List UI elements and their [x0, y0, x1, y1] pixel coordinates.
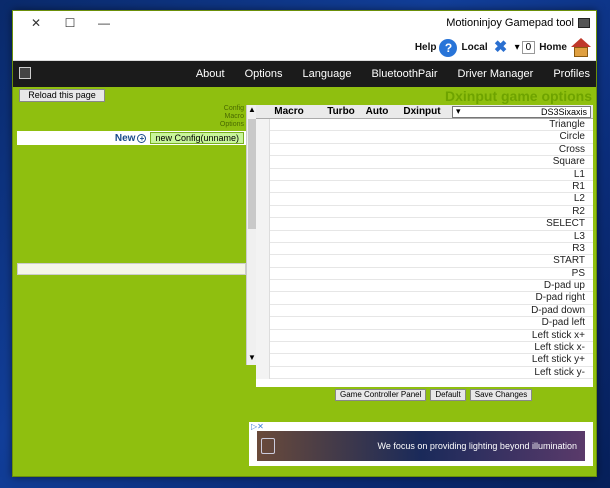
menu-bluetoothpair[interactable]: BluetoothPair — [371, 68, 437, 80]
table-row[interactable]: L3 — [256, 231, 593, 243]
side-link-macro[interactable]: Macro — [220, 113, 244, 121]
table-row[interactable]: PS — [256, 268, 593, 281]
mapping-table: Macro Turbo Auto Dxinput ▾ DS3Sixaxis Tr… — [256, 105, 593, 387]
config-name-field[interactable]: new Config(unname) — [150, 132, 244, 144]
main-content: Reload this page Dxinput game options Co… — [13, 87, 596, 476]
table-row[interactable]: Left stick y- — [256, 367, 593, 380]
config-panel: Config Macro Options New + new Config(un… — [17, 105, 246, 395]
close-icon[interactable]: ✕ — [19, 16, 53, 30]
table-row[interactable]: D-pad left — [256, 317, 593, 330]
app-window: ✕ ☐ — Motioninjoy Gamepad tool Help ? Lo… — [12, 10, 597, 477]
select-arrow-icon: ▾ — [456, 106, 461, 116]
side-links: Config Macro Options — [220, 105, 244, 129]
config-blank-field[interactable] — [17, 263, 246, 275]
home-label: Home — [539, 42, 567, 53]
table-row[interactable]: Left stick y+ — [256, 354, 593, 367]
table-row[interactable]: Square — [256, 156, 593, 169]
side-link-options[interactable]: Options — [220, 121, 244, 129]
table-row[interactable]: L2 — [256, 193, 593, 206]
table-row[interactable]: D-pad up — [256, 280, 593, 293]
ad-text: We focus on providing lighting beyond il… — [377, 441, 577, 451]
ad-box: ▷✕ We focus on providing lighting beyond… — [249, 422, 593, 466]
mode-select[interactable]: ▾ DS3Sixaxis — [452, 105, 591, 118]
minimize-icon[interactable]: — — [87, 16, 121, 30]
header-auto: Auto — [365, 106, 389, 117]
table-row[interactable]: D-pad right — [256, 292, 593, 305]
config-row: New + new Config(unname) — [17, 131, 246, 145]
table-row[interactable]: Circle — [256, 131, 593, 144]
reload-button[interactable]: Reload this page — [19, 89, 105, 102]
window-title-area: Motioninjoy Gamepad tool — [446, 17, 590, 29]
home-icon — [570, 37, 592, 58]
table-row[interactable]: L1 — [256, 169, 593, 181]
toolbar: Help ? Local ✖ ▾ 0 Home — [13, 35, 596, 61]
local-label: Local — [461, 42, 488, 53]
table-row[interactable]: START — [256, 255, 593, 268]
select-value: DS3Sixaxis — [540, 106, 587, 117]
menu-options[interactable]: Options — [245, 68, 283, 80]
table-row[interactable]: Left stick x- — [256, 342, 593, 355]
ad-info-icon[interactable]: ▷✕ — [251, 422, 264, 431]
help-label: Help — [414, 42, 437, 53]
local-button[interactable]: Local ✖ — [461, 39, 510, 57]
game-controller-panel-button[interactable]: Game Controller Panel — [335, 389, 427, 401]
stepper-arrow[interactable]: ▾ — [515, 42, 520, 53]
menu-bar: About Options Language BluetoothPair Dri… — [13, 61, 596, 87]
action-buttons: Game Controller Panel Default Save Chang… — [335, 389, 533, 401]
header-dxinput: Dxinput — [403, 106, 441, 117]
table-row[interactable]: R3 — [256, 243, 593, 256]
gamepad-icon — [578, 18, 590, 28]
title-bar: ✕ ☐ — Motioninjoy Gamepad tool — [13, 11, 596, 35]
stepper-value[interactable]: 0 — [521, 41, 536, 54]
header-macro: Macro — [274, 106, 304, 117]
save-changes-button[interactable]: Save Changes — [469, 389, 533, 401]
help-icon: ? — [439, 38, 458, 57]
maximize-icon[interactable]: ☐ — [53, 16, 87, 30]
row-gutter — [256, 119, 270, 380]
scroll-thumb[interactable] — [248, 119, 256, 229]
menu-about[interactable]: About — [196, 68, 225, 80]
section-title: Dxinput game options — [445, 88, 592, 104]
ad-banner[interactable]: We focus on providing lighting beyond il… — [257, 431, 585, 461]
panel-scrollbar[interactable]: ▲ ▼ — [246, 105, 256, 365]
side-link-config[interactable]: Config — [220, 105, 244, 113]
add-icon: + — [137, 133, 147, 143]
table-row[interactable]: Triangle — [256, 119, 593, 132]
help-button[interactable]: Help ? — [414, 38, 458, 57]
local-network-icon: ✖ — [493, 38, 508, 56]
table-header: Macro Turbo Auto Dxinput ▾ DS3Sixaxis — [256, 105, 593, 119]
menu-language[interactable]: Language — [303, 68, 352, 80]
table-row[interactable]: Left stick x+ — [256, 330, 593, 343]
window-title: Motioninjoy Gamepad tool — [446, 17, 574, 29]
table-row[interactable]: Cross — [256, 144, 593, 157]
header-turbo: Turbo — [327, 106, 355, 117]
menu-app-icon[interactable] — [19, 67, 31, 79]
home-stepper[interactable]: ▾ 0 — [515, 41, 536, 54]
menu-profiles[interactable]: Profiles — [553, 68, 590, 80]
default-button[interactable]: Default — [430, 389, 466, 401]
new-config-button[interactable]: New + — [115, 133, 147, 144]
new-label: New — [114, 132, 136, 144]
table-row[interactable]: R2 — [256, 206, 593, 219]
window-controls: ✕ ☐ — — [19, 16, 121, 30]
table-rows: Triangle Circle Cross Square L1 R1 L2 R2… — [256, 119, 593, 380]
menu-driver-manager[interactable]: Driver Manager — [458, 68, 534, 80]
table-row[interactable]: R1 — [256, 181, 593, 194]
table-row[interactable]: SELECT — [256, 218, 593, 231]
table-row[interactable]: D-pad down — [256, 305, 593, 318]
home-button[interactable]: Home — [539, 37, 592, 58]
brand-logo-icon — [261, 438, 275, 454]
